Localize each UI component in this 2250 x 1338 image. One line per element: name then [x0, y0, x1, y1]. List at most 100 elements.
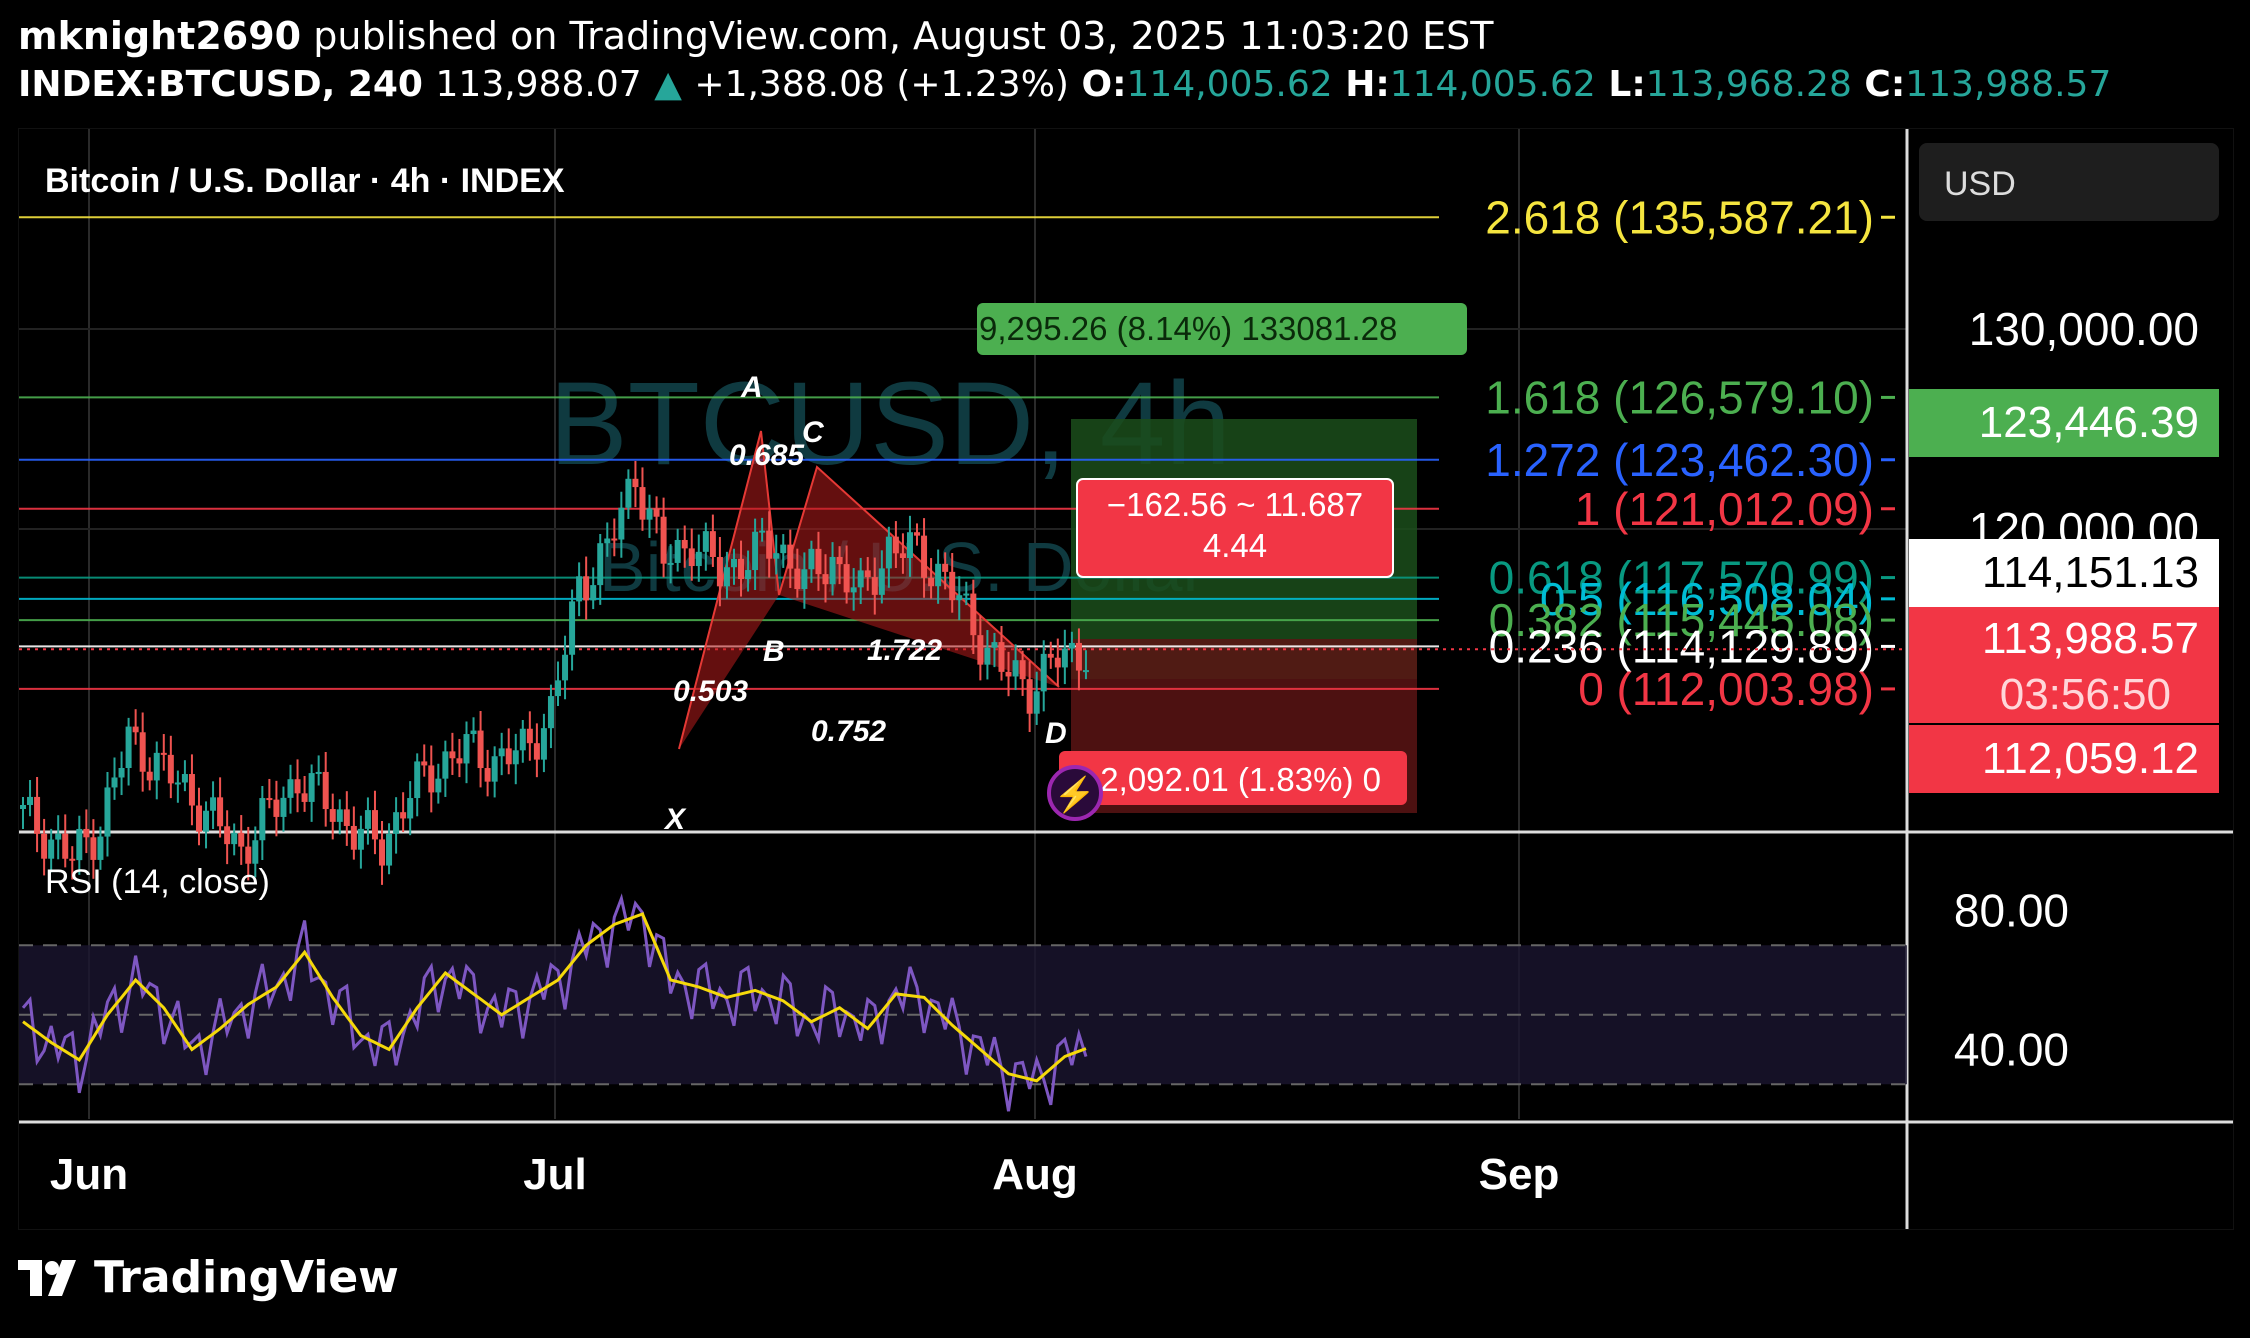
brand-footer[interactable]: TradingView: [18, 1252, 399, 1303]
candle-body: [167, 754, 174, 784]
candle-body: [477, 730, 484, 769]
candle-body: [864, 570, 871, 578]
candle-body: [111, 777, 118, 788]
candle-body: [815, 548, 822, 575]
candle-body: [738, 558, 745, 580]
candle-body: [963, 593, 970, 596]
low-label: L:: [1608, 64, 1646, 105]
candle-body: [681, 539, 688, 549]
candle-body: [442, 751, 449, 779]
candle-body: [569, 601, 576, 655]
candle-body: [745, 570, 752, 580]
candle-body: [787, 544, 794, 569]
candle-body: [104, 787, 111, 837]
symbol: INDEX:BTCUSD, 240: [18, 64, 423, 105]
candle-body: [695, 551, 702, 567]
candle-body: [850, 587, 857, 593]
candle-body: [533, 743, 540, 760]
candle-body: [280, 797, 287, 817]
ratio-xab-label: 0.503: [673, 675, 748, 708]
candle-body: [653, 508, 660, 517]
chart-canvas[interactable]: BTCUSD, 4h Bitcoin / U.S. Dollar 2.618 (…: [19, 129, 2233, 1229]
candle-body: [878, 568, 885, 595]
candle-body: [540, 728, 547, 760]
last-price: 113,988.07: [435, 64, 642, 105]
candle-body: [484, 768, 491, 782]
candle-body: [1012, 660, 1019, 677]
ratio-bcd-label: 1.722: [867, 634, 942, 667]
candle-body: [1047, 653, 1054, 658]
candle-body: [301, 793, 308, 802]
fib-label: 1 (121,012.09): [1575, 483, 1874, 535]
candle-body: [343, 809, 350, 826]
ratio-abc-label: 0.685: [729, 439, 805, 472]
time-axis[interactable]: Jun Jul Aug Sep: [50, 1150, 1559, 1199]
candle-body: [625, 478, 632, 508]
candle-body: [723, 567, 730, 587]
candle-body: [76, 828, 83, 861]
candle-body: [456, 758, 463, 764]
candle-body: [379, 839, 386, 866]
candle-body: [801, 569, 808, 590]
candle-body: [583, 576, 590, 601]
candle-body: [273, 799, 280, 817]
stop-ratio: 4.44: [1203, 527, 1267, 564]
price-axis-label: 130,000.00: [1969, 303, 2199, 355]
candle-body: [315, 771, 322, 774]
publish-line: mknight2690 published on TradingView.com…: [18, 14, 1494, 58]
candle-body: [822, 574, 829, 585]
time-axis-label: Jun: [50, 1150, 128, 1199]
candle-body: [773, 553, 780, 559]
candle-body: [716, 556, 723, 587]
candle-body: [1019, 660, 1026, 680]
published-text: published on TradingView.com, August 03,…: [313, 14, 1494, 58]
brand-name: TradingView: [94, 1252, 399, 1303]
candle-body: [906, 532, 913, 558]
rsi-axis-label: 80.00: [1954, 885, 2069, 937]
close-value: 113,988.57: [1905, 64, 2112, 105]
candle-body: [970, 593, 977, 636]
candle-body: [252, 840, 259, 864]
point-c-label: C: [802, 416, 825, 449]
open-label: O:: [1081, 64, 1127, 105]
candle-body: [308, 773, 315, 802]
time-axis-label: Aug: [992, 1150, 1078, 1199]
candle-body: [667, 562, 674, 565]
candle-body: [322, 771, 329, 810]
candle-body: [294, 779, 301, 794]
high-label: H:: [1345, 64, 1390, 105]
candle-body: [224, 826, 231, 845]
candle-body: [55, 833, 62, 840]
candle-body: [660, 516, 667, 564]
open-value: 114,005.62: [1126, 64, 1333, 105]
currency-label: USD: [1944, 165, 2016, 203]
candle-body: [928, 577, 935, 587]
point-b-label: B: [763, 635, 785, 668]
candle-body: [210, 797, 217, 811]
chart-widget[interactable]: BTCUSD, 4h Bitcoin / U.S. Dollar 2.618 (…: [18, 128, 2234, 1230]
candle-body: [1068, 642, 1075, 649]
candle-body: [41, 833, 48, 859]
candle-body: [118, 767, 125, 778]
candle-body: [371, 810, 378, 840]
candle-body: [139, 732, 146, 772]
candle-body: [730, 558, 737, 568]
candle-body: [153, 752, 160, 781]
candle-body: [203, 810, 210, 832]
candle-body: [428, 765, 435, 793]
candle-body: [892, 536, 899, 554]
time-axis-label: Sep: [1479, 1150, 1560, 1199]
candle-body: [357, 828, 364, 850]
close-label: C:: [1864, 64, 1906, 105]
candle-body: [195, 805, 202, 832]
candle-body: [576, 576, 583, 602]
candle-body: [414, 761, 421, 799]
candle-body: [984, 647, 991, 665]
stop-bottom-text: 2,092.01 (1.83%) 0: [1100, 761, 1381, 798]
author-name[interactable]: mknight2690: [18, 14, 301, 58]
candle-body: [27, 796, 34, 805]
candle-body: [421, 761, 428, 766]
candle-body: [400, 812, 407, 819]
candle-body: [688, 548, 695, 567]
candle-body: [547, 696, 554, 729]
